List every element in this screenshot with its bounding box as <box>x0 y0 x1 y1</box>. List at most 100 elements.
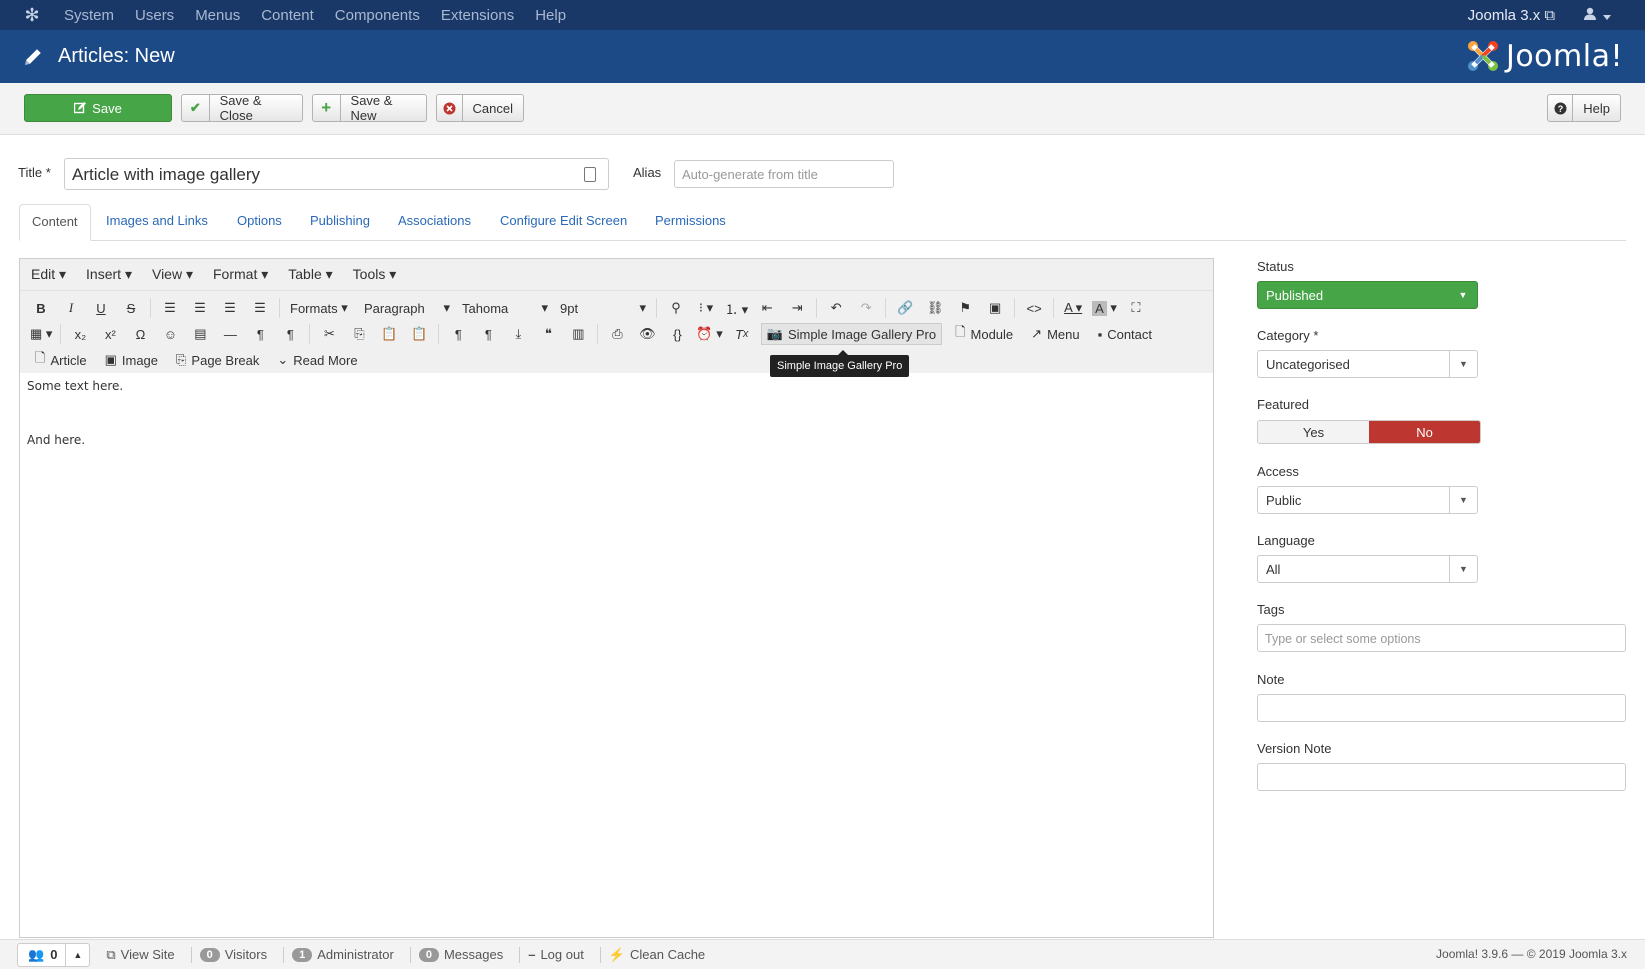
strikethrough-icon[interactable]: S <box>120 297 142 319</box>
align-left-icon[interactable]: ☰ <box>159 297 181 319</box>
align-justify-icon[interactable]: ☰ <box>249 297 271 319</box>
menu-users[interactable]: Users <box>135 7 174 24</box>
editor-menu-view[interactable]: View ▾ <box>152 266 193 283</box>
logout-link[interactable]: – Log out <box>528 947 584 962</box>
category-select[interactable]: Uncategorised ▼ <box>1257 350 1478 378</box>
background-color-icon[interactable]: A ▾ <box>1092 297 1117 319</box>
align-right-icon[interactable]: ☰ <box>219 297 241 319</box>
outdent-icon[interactable]: ⇤ <box>756 297 778 319</box>
tab-publishing[interactable]: Publishing <box>298 204 382 241</box>
status-select[interactable]: Published ▼ <box>1257 281 1478 309</box>
menu-extensions[interactable]: Extensions <box>441 7 514 24</box>
horizontal-rule-icon[interactable]: — <box>219 323 241 345</box>
visual-blocks-icon[interactable]: ¶ <box>477 323 499 345</box>
redo-icon[interactable]: ↷ <box>855 297 877 319</box>
editor-menu-edit[interactable]: Edit ▾ <box>31 266 66 283</box>
view-site-link[interactable]: ⧉ View Site <box>106 947 174 963</box>
messages-link[interactable]: 0 Messages <box>418 947 503 962</box>
rtl-icon[interactable]: ¶ <box>279 323 301 345</box>
module-button[interactable]: 🗋 Module <box>950 323 1018 345</box>
tab-configure-edit-screen[interactable]: Configure Edit Screen <box>488 204 639 241</box>
undo-icon[interactable]: ↶ <box>825 297 847 319</box>
text-color-icon[interactable]: A ▾ <box>1062 297 1084 319</box>
block-format-select[interactable]: Paragraph ▾ <box>358 297 456 319</box>
anchor-icon[interactable]: ⚑ <box>954 297 976 319</box>
numbered-list-icon[interactable]: ⒈ ▾ <box>725 297 748 319</box>
menu-components[interactable]: Components <box>335 7 420 24</box>
tab-associations[interactable]: Associations <box>386 204 483 241</box>
caret-up-icon[interactable]: ▲ <box>65 943 89 966</box>
menu-system[interactable]: System <box>64 7 114 24</box>
visual-aid-icon[interactable]: ▥ <box>567 323 589 345</box>
save-new-button[interactable]: + Save & New <box>312 93 427 123</box>
language-select[interactable]: All ▼ <box>1257 555 1478 583</box>
find-replace-icon[interactable]: ⚲ <box>665 297 687 319</box>
editor-menu-insert[interactable]: Insert ▾ <box>86 266 132 283</box>
featured-no-button[interactable]: No <box>1369 421 1480 443</box>
visual-chars-icon[interactable]: ¶ <box>447 323 469 345</box>
underline-icon[interactable]: U <box>90 297 112 319</box>
clean-cache-link[interactable]: ⚡ Clean Cache <box>609 947 705 963</box>
copy-icon[interactable]: ⎘ <box>348 323 370 345</box>
menu-content[interactable]: Content <box>261 7 314 24</box>
bullet-list-icon[interactable]: ⁝ ▾ <box>695 297 717 319</box>
font-size-select[interactable]: 9pt ▾ <box>554 297 652 319</box>
superscript-icon[interactable]: x² <box>99 323 121 345</box>
article-button[interactable]: 🗋 Article <box>30 349 92 371</box>
menu-menus[interactable]: Menus <box>195 7 240 24</box>
italic-icon[interactable]: I <box>60 297 82 319</box>
paste-icon[interactable]: 📋 <box>378 323 400 345</box>
paste-text-icon[interactable]: 📋 <box>408 323 430 345</box>
editor-menu-format[interactable]: Format ▾ <box>213 266 268 283</box>
special-char-icon[interactable]: Ω <box>129 323 151 345</box>
insert-time-icon[interactable]: ⏰ ▾ <box>696 323 722 345</box>
note-input[interactable] <box>1257 694 1626 722</box>
indent-icon[interactable]: ⇥ <box>786 297 808 319</box>
page-break-button[interactable]: ⎘ Page Break <box>171 349 264 371</box>
version-note-input[interactable] <box>1257 763 1626 791</box>
featured-yes-button[interactable]: Yes <box>1258 421 1369 443</box>
administrator-link[interactable]: 1 Administrator <box>292 947 394 962</box>
user-menu-icon[interactable] <box>1583 7 1611 24</box>
table-icon[interactable]: ▦ ▾ <box>30 323 52 345</box>
editor-menu-tools[interactable]: Tools ▾ <box>353 266 397 283</box>
image-icon[interactable]: ▣ <box>984 297 1006 319</box>
menu-help[interactable]: Help <box>535 7 566 24</box>
title-input[interactable]: Article with image gallery <box>64 158 609 190</box>
editor-menu-table[interactable]: Table ▾ <box>288 266 332 283</box>
contact-button[interactable]: ▪ Contact <box>1093 323 1157 345</box>
image-button[interactable]: ▣ Image <box>100 349 163 371</box>
visitors-link[interactable]: 0 Visitors <box>199 947 267 962</box>
access-select[interactable]: Public ▼ <box>1257 486 1478 514</box>
menu-button[interactable]: ↗ Menu <box>1026 323 1084 345</box>
bold-icon[interactable]: B <box>30 297 52 319</box>
tags-input[interactable]: Type or select some options <box>1257 624 1626 652</box>
media-icon[interactable]: ▤ <box>189 323 211 345</box>
blockquote-icon[interactable]: ❝ <box>537 323 559 345</box>
formats-select[interactable]: Formats ▾ <box>284 297 358 319</box>
code-icon[interactable]: <> <box>1023 297 1045 319</box>
tab-images-links[interactable]: Images and Links <box>94 204 220 241</box>
simple-image-gallery-pro-button[interactable]: 📷 Simple Image Gallery Pro <box>760 323 943 345</box>
cut-icon[interactable]: ✂ <box>318 323 340 345</box>
emoticons-icon[interactable]: ☺ <box>159 323 181 345</box>
align-center-icon[interactable]: ☰ <box>189 297 211 319</box>
code-sample-icon[interactable]: {} <box>666 323 688 345</box>
remove-format-icon[interactable]: Tx <box>731 323 753 345</box>
save-button[interactable]: Save <box>24 94 172 122</box>
template-icon[interactable]: ⤓ <box>507 323 529 345</box>
users-online-button[interactable]: 👥 0 ▲ <box>17 942 91 967</box>
read-more-button[interactable]: ⌄ Read More <box>272 349 362 371</box>
print-icon[interactable]: ⎙ <box>606 323 628 345</box>
joomla-menu-icon[interactable]: ✻ <box>0 0 64 30</box>
tab-options[interactable]: Options <box>225 204 294 241</box>
subscript-icon[interactable]: x₂ <box>69 323 91 345</box>
editor-content[interactable]: Some text here. And here. <box>20 367 1213 499</box>
help-button[interactable]: ? Help <box>1547 94 1621 122</box>
save-close-button[interactable]: ✔ Save & Close <box>181 93 303 123</box>
site-link[interactable]: Joomla 3.x ⧉ <box>1468 7 1555 24</box>
tab-permissions[interactable]: Permissions <box>643 204 738 241</box>
preview-icon[interactable]: 👁 <box>636 323 658 345</box>
cancel-button[interactable]: Cancel <box>436 94 524 122</box>
font-family-select[interactable]: Tahoma ▾ <box>456 297 554 319</box>
